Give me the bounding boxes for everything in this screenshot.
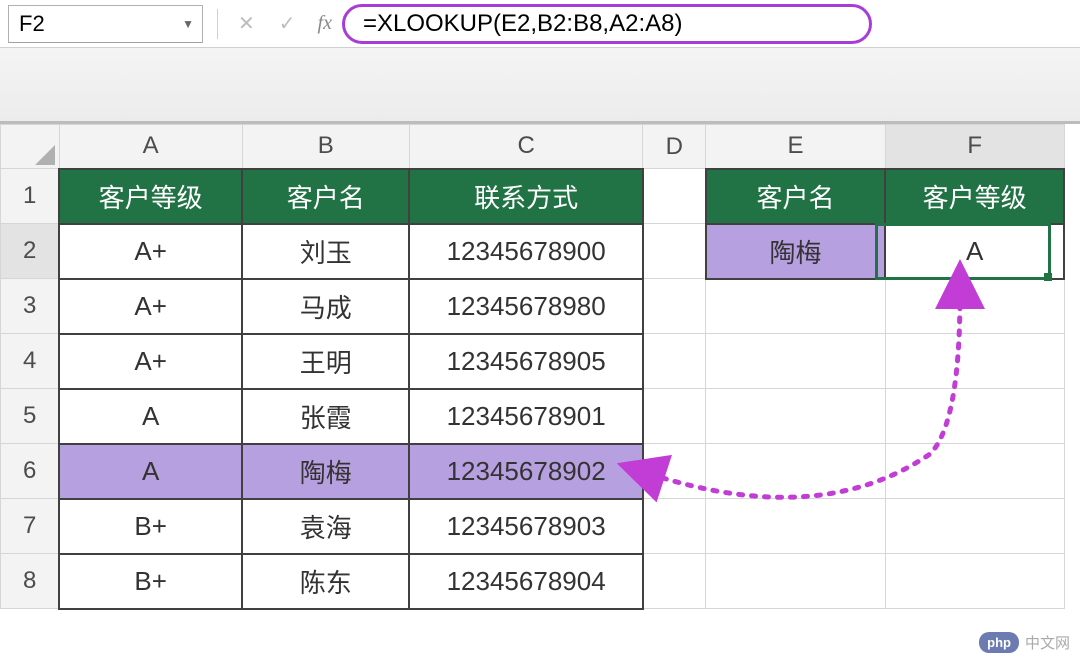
col-header-A[interactable]: A bbox=[59, 125, 242, 169]
formula-input[interactable]: =XLOOKUP(E2,B2:B8,A2:A8) bbox=[342, 4, 872, 44]
table-row: 1 客户等级 客户名 联系方式 客户名 客户等级 bbox=[1, 169, 1065, 224]
cell[interactable]: A+ bbox=[59, 334, 242, 389]
row-header-7[interactable]: 7 bbox=[1, 499, 60, 554]
cell[interactable]: B+ bbox=[59, 499, 242, 554]
cancel-icon: ✕ bbox=[226, 11, 267, 36]
cell[interactable]: A bbox=[59, 389, 242, 444]
cell[interactable] bbox=[643, 334, 706, 389]
row-header-3[interactable]: 3 bbox=[1, 279, 60, 334]
name-box-value: F2 bbox=[19, 11, 45, 37]
col-header-F[interactable]: F bbox=[885, 125, 1064, 169]
cell[interactable]: 王明 bbox=[242, 334, 409, 389]
header-cell[interactable]: 客户等级 bbox=[885, 169, 1064, 224]
row-header-4[interactable]: 4 bbox=[1, 334, 60, 389]
table-row: 8 B+ 陈东 12345678904 bbox=[1, 554, 1065, 609]
table-row: 2 A+ 刘玉 12345678900 陶梅 A bbox=[1, 224, 1065, 279]
cell[interactable] bbox=[643, 169, 706, 224]
table-row-highlight: 6 A 陶梅 12345678902 bbox=[1, 444, 1065, 499]
col-header-D[interactable]: D bbox=[643, 125, 706, 169]
cell[interactable]: 12345678903 bbox=[409, 499, 642, 554]
cell[interactable] bbox=[885, 499, 1064, 554]
cell[interactable] bbox=[643, 389, 706, 444]
cell[interactable] bbox=[706, 444, 886, 499]
col-header-B[interactable]: B bbox=[242, 125, 409, 169]
lookup-value-cell[interactable]: 陶梅 bbox=[706, 224, 886, 279]
cell[interactable]: 12345678980 bbox=[409, 279, 642, 334]
cell[interactable]: 陈东 bbox=[242, 554, 409, 609]
cell[interactable] bbox=[885, 334, 1064, 389]
table-row: 4 A+ 王明 12345678905 bbox=[1, 334, 1065, 389]
cell[interactable] bbox=[706, 334, 886, 389]
cell[interactable]: 刘玉 bbox=[242, 224, 409, 279]
cell[interactable] bbox=[643, 554, 706, 609]
col-header-C[interactable]: C bbox=[409, 125, 642, 169]
cell[interactable]: 12345678900 bbox=[409, 224, 642, 279]
spreadsheet-grid[interactable]: A B C D E F 1 客户等级 客户名 联系方式 客户名 客户等级 2 A… bbox=[0, 124, 1080, 610]
cell[interactable]: 12345678904 bbox=[409, 554, 642, 609]
enter-icon: ✓ bbox=[267, 11, 308, 36]
watermark-badge: php bbox=[979, 632, 1019, 653]
result-cell[interactable]: A bbox=[885, 224, 1064, 279]
watermark-text: 中文网 bbox=[1025, 632, 1070, 653]
row-header-6[interactable]: 6 bbox=[1, 444, 60, 499]
fx-icon[interactable]: fx bbox=[308, 12, 336, 35]
row-header-2[interactable]: 2 bbox=[1, 224, 60, 279]
header-cell[interactable]: 客户等级 bbox=[59, 169, 242, 224]
cell[interactable] bbox=[643, 279, 706, 334]
table-row: 5 A 张霞 12345678901 bbox=[1, 389, 1065, 444]
cell[interactable]: A+ bbox=[59, 279, 242, 334]
cell[interactable] bbox=[643, 224, 706, 279]
cell[interactable] bbox=[885, 554, 1064, 609]
formula-bar: F2 ▼ ✕ ✓ fx =XLOOKUP(E2,B2:B8,A2:A8) bbox=[0, 0, 1080, 48]
cell[interactable]: 马成 bbox=[242, 279, 409, 334]
cell[interactable] bbox=[643, 499, 706, 554]
cell[interactable]: 12345678902 bbox=[409, 444, 642, 499]
cell[interactable]: 陶梅 bbox=[242, 444, 409, 499]
cell[interactable]: B+ bbox=[59, 554, 242, 609]
header-cell[interactable]: 客户名 bbox=[706, 169, 886, 224]
table-row: 7 B+ 袁海 12345678903 bbox=[1, 499, 1065, 554]
watermark: php 中文网 bbox=[979, 632, 1070, 653]
table-row: 3 A+ 马成 12345678980 bbox=[1, 279, 1065, 334]
cell[interactable]: A bbox=[59, 444, 242, 499]
formula-text: =XLOOKUP(E2,B2:B8,A2:A8) bbox=[363, 10, 683, 38]
name-box[interactable]: F2 ▼ bbox=[8, 5, 203, 43]
cell[interactable] bbox=[885, 279, 1064, 334]
select-all-corner[interactable] bbox=[1, 125, 60, 169]
cell[interactable]: 12345678905 bbox=[409, 334, 642, 389]
header-cell[interactable]: 客户名 bbox=[242, 169, 409, 224]
cell[interactable]: A+ bbox=[59, 224, 242, 279]
divider bbox=[217, 9, 218, 39]
row-header-8[interactable]: 8 bbox=[1, 554, 60, 609]
cell[interactable] bbox=[706, 554, 886, 609]
row-header-5[interactable]: 5 bbox=[1, 389, 60, 444]
cell[interactable] bbox=[706, 389, 886, 444]
cell[interactable] bbox=[706, 279, 886, 334]
cell[interactable]: 张霞 bbox=[242, 389, 409, 444]
cell[interactable] bbox=[706, 499, 886, 554]
col-header-E[interactable]: E bbox=[706, 125, 886, 169]
row-header-1[interactable]: 1 bbox=[1, 169, 60, 224]
column-header-row: A B C D E F bbox=[1, 125, 1065, 169]
cell[interactable]: 12345678901 bbox=[409, 389, 642, 444]
chevron-down-icon[interactable]: ▼ bbox=[182, 17, 194, 31]
header-cell[interactable]: 联系方式 bbox=[409, 169, 642, 224]
cell[interactable]: 袁海 bbox=[242, 499, 409, 554]
cell[interactable] bbox=[885, 389, 1064, 444]
cell[interactable] bbox=[885, 444, 1064, 499]
cell[interactable] bbox=[643, 444, 706, 499]
toolbar-spacer bbox=[0, 48, 1080, 124]
